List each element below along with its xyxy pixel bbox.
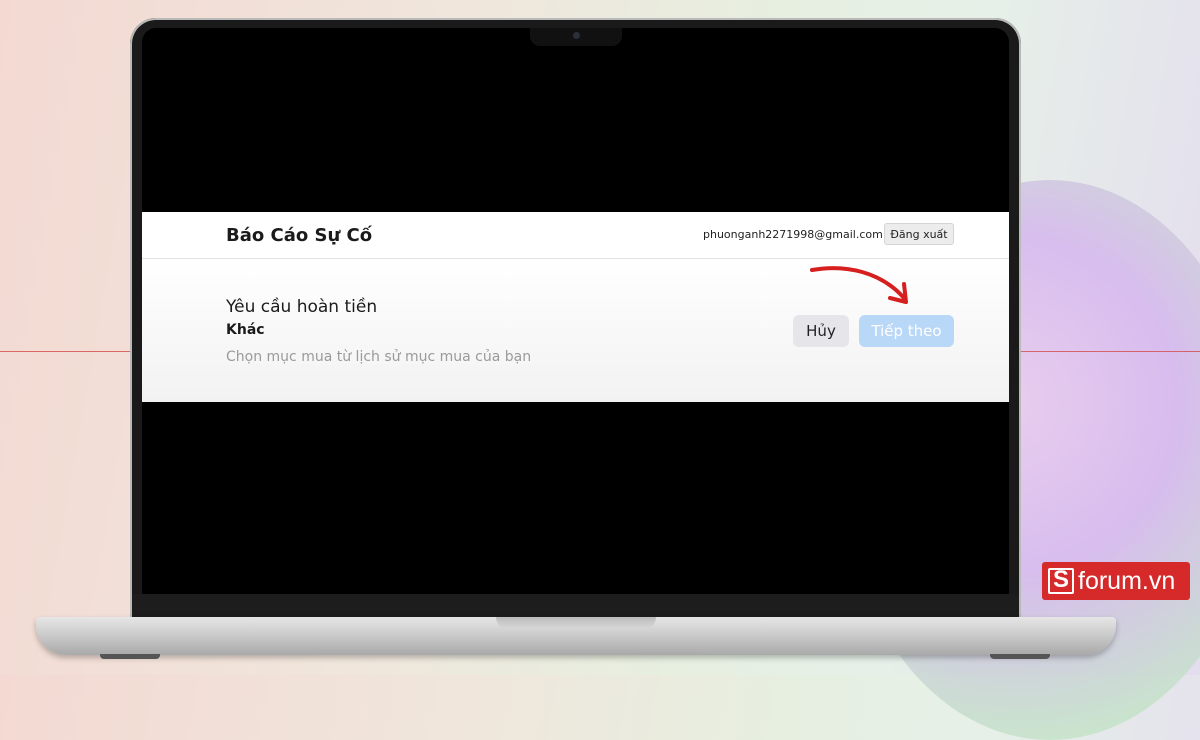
sforum-logo: S forum.vn [1042, 562, 1190, 600]
request-description: Chọn mục mua từ lịch sử mục mua của bạn [226, 349, 532, 365]
sforum-logo-icon: S [1048, 566, 1074, 594]
laptop-foot-left [100, 654, 160, 659]
next-button[interactable]: Tiếp theo [859, 315, 954, 347]
user-email: phuonganh2271998@gmail.com [703, 228, 883, 241]
page-title: Báo Cáo Sự Cố [226, 225, 373, 246]
laptop-base-notch [496, 617, 656, 629]
cancel-button[interactable]: Hủy [793, 315, 849, 347]
annotation-arrow-icon [810, 266, 908, 304]
background-line-left [0, 351, 132, 352]
logo-text: forum.vn [1078, 566, 1176, 595]
screen-bottom-bezel [132, 594, 1019, 618]
logout-button[interactable]: Đăng xuất [884, 223, 954, 245]
request-type: Khác [226, 322, 265, 338]
request-title: Yêu cầu hoàn tiền [226, 297, 378, 317]
background-line-right [1020, 351, 1200, 352]
laptop-foot-right [990, 654, 1050, 659]
app-header: Báo Cáo Sự Cố phuonganh2271998@gmail.com… [142, 212, 1009, 259]
camera-icon [573, 32, 580, 39]
